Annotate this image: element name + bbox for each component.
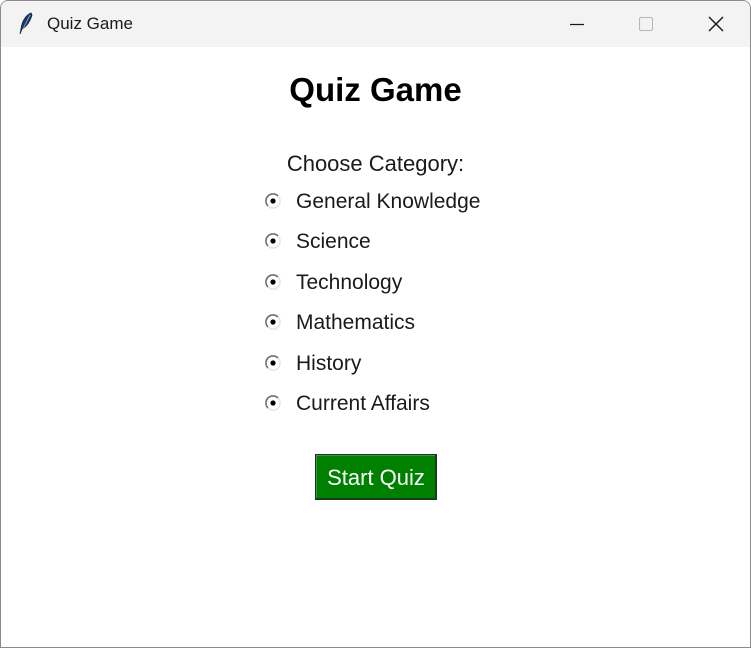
radio-selected-icon[interactable] bbox=[265, 395, 281, 411]
choose-category-label: Choose Category: bbox=[286, 151, 465, 176]
start-quiz-button[interactable]: Start Quiz bbox=[315, 454, 437, 500]
close-icon bbox=[708, 16, 724, 32]
window-title: Quiz Game bbox=[47, 14, 133, 33]
close-button[interactable] bbox=[681, 1, 750, 47]
radio-label[interactable]: History bbox=[296, 351, 361, 377]
radio-current-affairs[interactable]: Current Affairs bbox=[265, 390, 525, 418]
radio-label[interactable]: Mathematics bbox=[296, 310, 415, 336]
maximize-button[interactable] bbox=[611, 1, 681, 47]
radio-selected-icon[interactable] bbox=[265, 355, 281, 371]
radio-selected-icon[interactable] bbox=[265, 193, 281, 209]
radio-label[interactable]: Science bbox=[296, 229, 371, 255]
radio-selected-icon[interactable] bbox=[265, 233, 281, 249]
page-title: Quiz Game bbox=[289, 71, 462, 108]
title-bar[interactable]: Quiz Game bbox=[1, 1, 750, 47]
feather-icon bbox=[17, 12, 37, 36]
radio-mathematics[interactable]: Mathematics bbox=[265, 309, 525, 337]
minimize-button[interactable] bbox=[542, 1, 612, 47]
minimize-icon bbox=[570, 23, 584, 26]
radio-general-knowledge[interactable]: General Knowledge bbox=[265, 188, 525, 216]
app-window: Quiz Game Quiz Game Choose Category: Gen… bbox=[0, 0, 751, 648]
radio-selected-icon[interactable] bbox=[265, 314, 281, 330]
maximize-icon bbox=[638, 16, 654, 32]
radio-label[interactable]: General Knowledge bbox=[296, 189, 480, 215]
radio-science[interactable]: Science bbox=[265, 228, 525, 256]
radio-history[interactable]: History bbox=[265, 350, 525, 378]
radio-selected-icon[interactable] bbox=[265, 274, 281, 290]
radio-label[interactable]: Technology bbox=[296, 270, 402, 296]
radio-label[interactable]: Current Affairs bbox=[296, 391, 430, 417]
main-content: Quiz Game Choose Category: General Knowl… bbox=[1, 47, 750, 647]
radio-technology[interactable]: Technology bbox=[265, 269, 525, 297]
